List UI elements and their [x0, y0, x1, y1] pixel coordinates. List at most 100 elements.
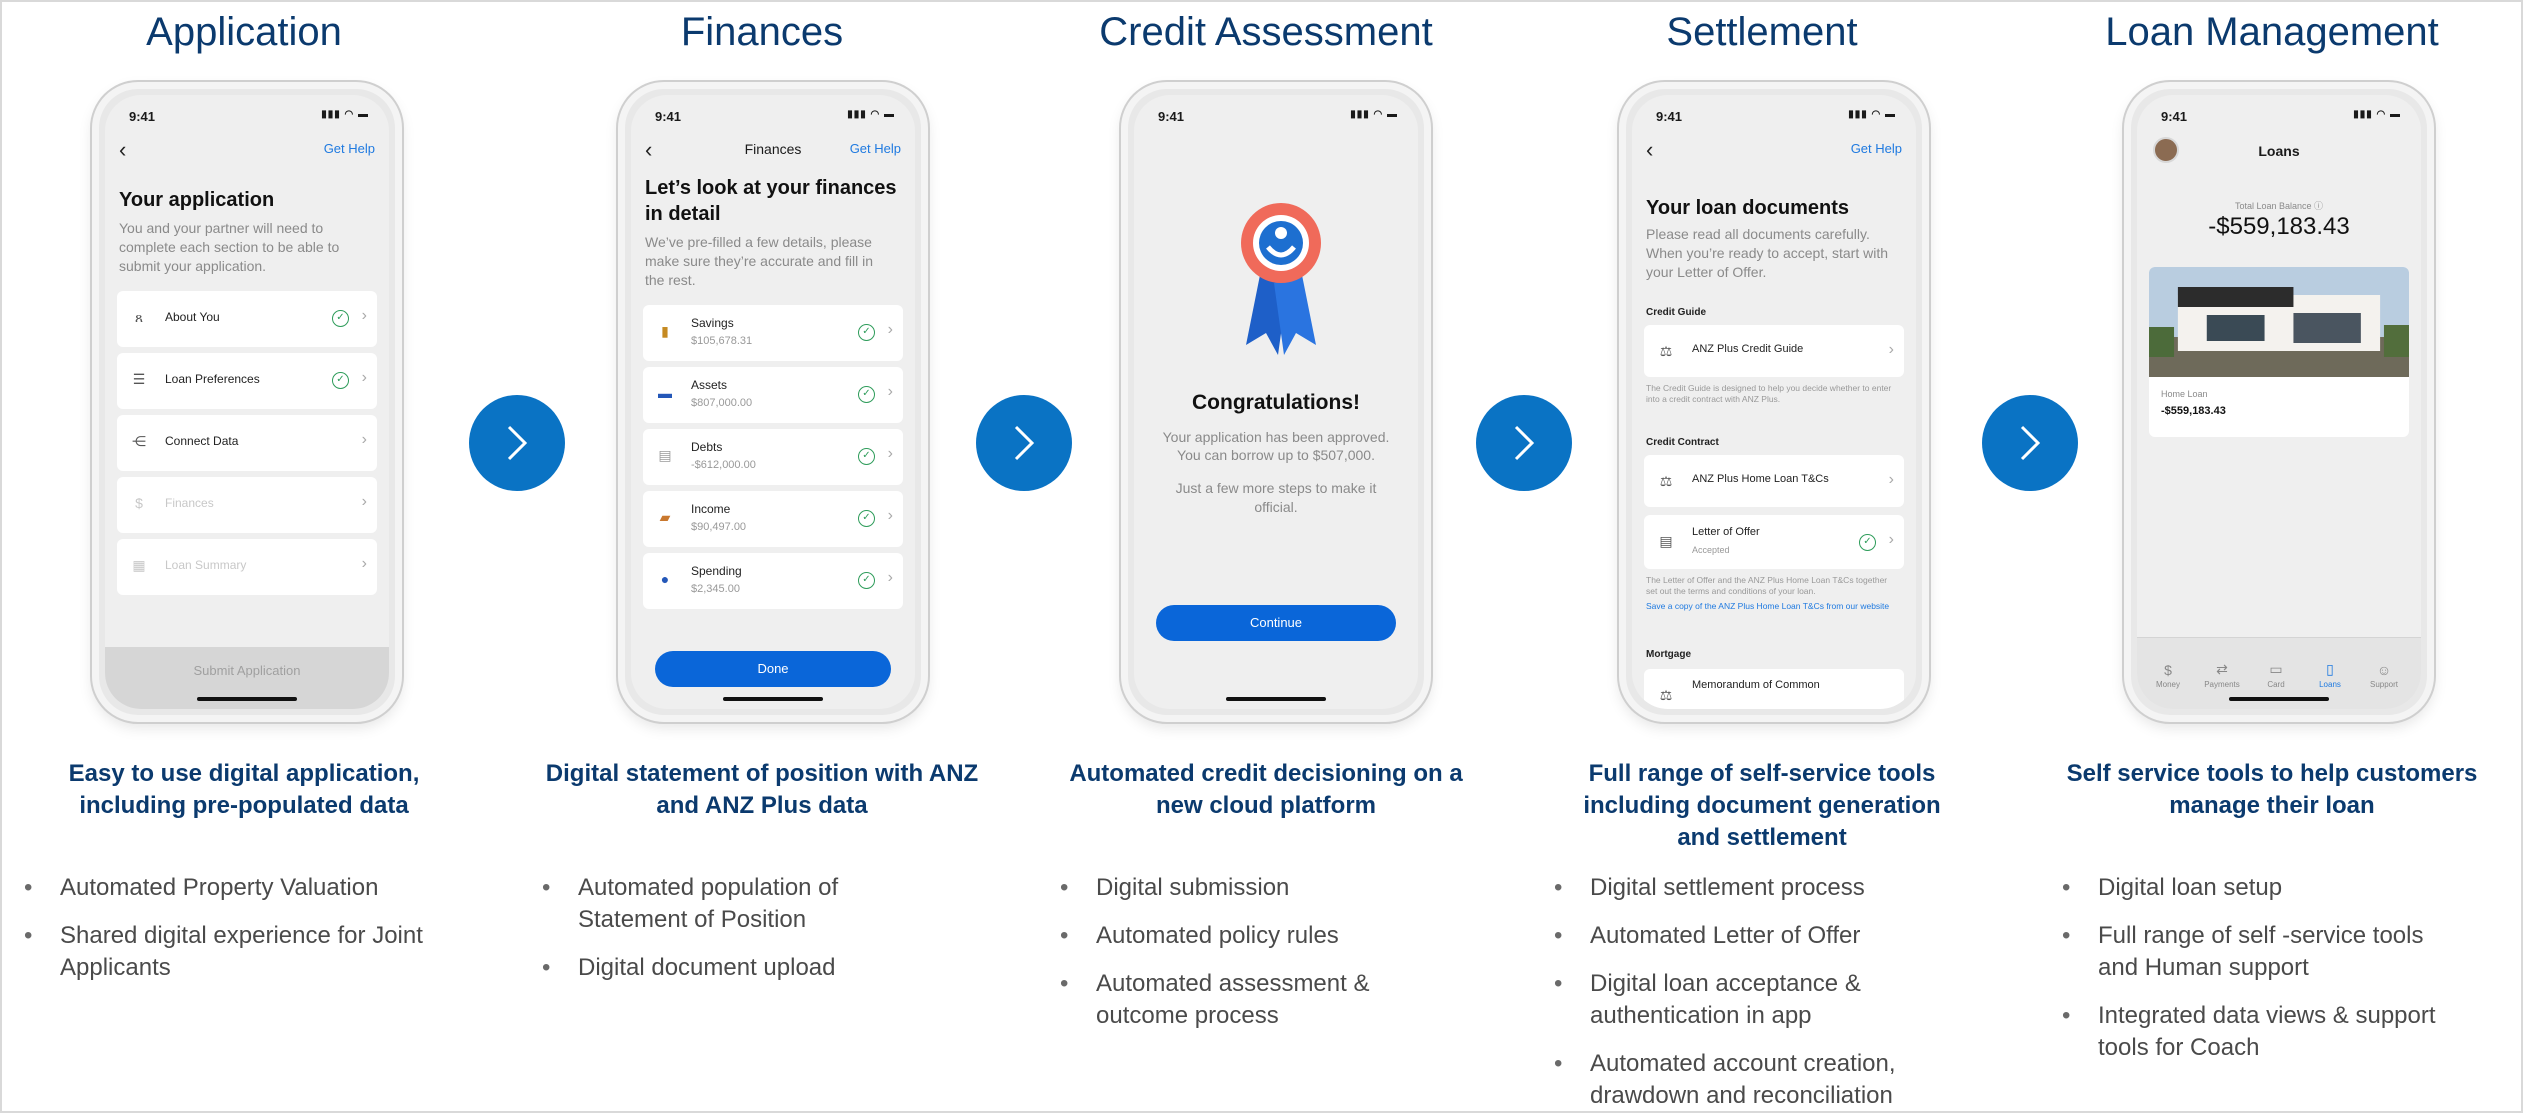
support-icon: ☺ [2376, 662, 2392, 678]
chevron-right-icon [1514, 425, 1535, 461]
status-time: 9:41 [2161, 109, 2188, 124]
screen-subtext: You and your partner will need to comple… [119, 220, 340, 274]
bullet-item: Automated Letter of Offer [1554, 920, 1954, 952]
signal-battery-icon: ▮▮▮ ◠ ▬ [2353, 109, 2401, 120]
column-caption: Self service tools to help customers man… [2066, 760, 2478, 819]
tab-card[interactable]: ▭ Card [2251, 661, 2301, 689]
signal-battery-icon: ▮▮▮ ◠ ▬ [1350, 109, 1398, 120]
back-chevron-icon[interactable]: ‹ [119, 137, 126, 163]
bullet-item: Automated assessment & outcome process [1060, 968, 1460, 1032]
continue-button[interactable]: Continue [1156, 605, 1396, 641]
check-icon: ✓ [858, 448, 875, 465]
tab-payments[interactable]: ⇄ Payments [2197, 661, 2247, 689]
submit-application-button[interactable]: Submit Application [105, 663, 389, 678]
next-steps-text: Just a few more steps to make it officia… [1175, 480, 1377, 515]
tab-money[interactable]: $ Money [2143, 662, 2193, 689]
status-bar: 9:41 ▮▮▮ ◠ ▬ [2137, 109, 2421, 127]
row-label: Savings [691, 316, 734, 330]
column-title: Settlement [1666, 10, 1858, 54]
next-step-arrow [1982, 395, 2078, 491]
document-row-mortgage[interactable]: ⚖ Memorandum of Common [1644, 669, 1904, 709]
screen-heading: Congratulations! [1192, 391, 1360, 414]
document-row-tcs[interactable]: ⚖ ANZ Plus Home Loan T&Cs › [1644, 455, 1904, 507]
row-label: Finances [165, 496, 214, 510]
signal-battery-icon: ▮▮▮ ◠ ▬ [321, 109, 369, 120]
tab-label: Support [2369, 680, 2399, 689]
check-icon: ✓ [858, 510, 875, 527]
row-value: -$612,000.00 [691, 459, 756, 471]
phone-mockup: 9:41 ▮▮▮ ◠ ▬ ‹ Finances Get Help Let’s l… [618, 82, 928, 722]
bullet-list: Digital loan setup Full range of self -s… [2062, 872, 2462, 1080]
check-icon: ✓ [858, 386, 875, 403]
row-value: $2,345.00 [691, 583, 740, 595]
phone-screen: 9:41 ▮▮▮ ◠ ▬ Loans Total Loan Balance ⓘ … [2137, 95, 2421, 709]
next-step-arrow [469, 395, 565, 491]
money-icon: $ [2164, 662, 2172, 678]
document-row-credit-guide[interactable]: ⚖ ANZ Plus Credit Guide › [1644, 325, 1904, 377]
bullet-item: Full range of self -service tools and Hu… [2062, 920, 2462, 984]
calendar-icon: ▦ [132, 557, 146, 573]
column-caption: Digital statement of position with ANZ a… [545, 760, 979, 819]
screen-subtext: Please read all documents carefully. Whe… [1646, 226, 1888, 280]
bullet-list: Automated population of Statement of Pos… [542, 872, 942, 1000]
sliders-icon: ☰ [132, 371, 146, 387]
finance-row-income[interactable]: ▰ Income $90,497.00 ✓ › [643, 491, 903, 547]
chevron-right-icon: › [361, 431, 367, 448]
check-icon: ✓ [332, 372, 349, 389]
payments-icon: ⇄ [2216, 661, 2228, 677]
status-time: 9:41 [129, 109, 156, 124]
section-row-connect-data[interactable]: ⋲ Connect Data › [117, 415, 377, 471]
row-label: About You [165, 310, 220, 324]
chevron-right-icon [1014, 425, 1035, 461]
house-photo [2149, 267, 2409, 377]
tab-loans[interactable]: ▯ Loans [2305, 661, 2355, 689]
share-icon: ⋲ [132, 433, 146, 449]
bullet-item: Digital loan setup [2062, 872, 2462, 904]
chevron-right-icon: › [887, 569, 893, 586]
home-indicator [197, 697, 297, 701]
row-label: ANZ Plus Home Loan T&Cs [1692, 473, 1829, 485]
finance-row-spending[interactable]: ● Spending $2,345.00 ✓ › [643, 553, 903, 609]
phone-screen: 9:41 ▮▮▮ ◠ ▬ ‹ Finances Get Help Let’s l… [631, 95, 915, 709]
section-label-credit-contract: Credit Contract [1646, 437, 1719, 448]
finance-row-assets[interactable]: ▬ Assets $807,000.00 ✓ › [643, 367, 903, 423]
chevron-right-icon: › [1888, 341, 1894, 358]
back-chevron-icon[interactable]: ‹ [1646, 137, 1653, 163]
approval-message: Your application has been approved. [1162, 429, 1390, 445]
row-status: Accepted [1692, 545, 1730, 555]
document-row-letter-of-offer[interactable]: ▤ Letter of Offer Accepted ✓ › [1644, 515, 1904, 569]
tab-support[interactable]: ☺ Support [2359, 662, 2409, 689]
chevron-right-icon: › [887, 507, 893, 524]
bullet-item: Automated population of Statement of Pos… [542, 872, 942, 936]
get-help-link[interactable]: Get Help [324, 141, 375, 156]
screen-heading: Let’s look at your finances in detail [645, 177, 897, 225]
finance-row-savings[interactable]: ▮ Savings $105,678.31 ✓ › [643, 305, 903, 361]
bullet-list: Digital settlement process Automated Let… [1554, 872, 1954, 1113]
status-bar: 9:41 ▮▮▮ ◠ ▬ [631, 109, 915, 127]
chevron-right-icon: › [887, 445, 893, 462]
get-help-link[interactable]: Get Help [850, 141, 901, 156]
card-value: -$559,183.43 [2161, 405, 2226, 417]
section-row-loan-summary: ▦ Loan Summary › [117, 539, 377, 595]
bullet-item: Automated account creation, drawdown and… [1554, 1048, 1954, 1112]
document-icon: ▤ [1659, 533, 1673, 549]
row-value: $90,497.00 [691, 521, 747, 533]
check-icon: ✓ [858, 572, 875, 589]
row-label: Debts [691, 440, 723, 454]
section-row-loan-preferences[interactable]: ☰ Loan Preferences ✓ › [117, 353, 377, 409]
status-time: 9:41 [655, 109, 682, 124]
loans-icon: ▯ [2326, 661, 2334, 677]
section-row-about-you[interactable]: ጸ About You ✓ › [117, 291, 377, 347]
chevron-right-icon: › [1888, 531, 1894, 548]
home-loan-card[interactable]: Home Loan -$559,183.43 [2149, 267, 2409, 437]
get-help-link[interactable]: Get Help [1851, 141, 1902, 156]
bullet-item: Digital submission [1060, 872, 1460, 904]
screen-heading: Your loan documents [1646, 197, 1849, 219]
save-copy-link[interactable]: Save a copy of the ANZ Plus Home Loan T&… [1646, 601, 1898, 612]
phone-mockup: 9:41 ▮▮▮ ◠ ▬ Congratulations! Your appli… [1121, 82, 1431, 722]
bullet-item: Integrated data views & support tools fo… [2062, 1000, 2462, 1064]
finance-row-debts[interactable]: ▤ Debts -$612,000.00 ✓ › [643, 429, 903, 485]
done-button[interactable]: Done [655, 651, 891, 687]
row-label: Loan Preferences [165, 372, 260, 386]
chevron-right-icon [507, 425, 528, 461]
